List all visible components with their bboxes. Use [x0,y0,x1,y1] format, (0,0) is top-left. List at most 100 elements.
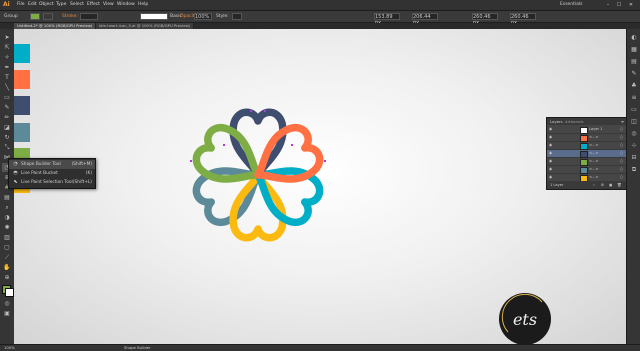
paint-selection-icon: ⬉ [13,179,18,185]
target-icon[interactable]: ○ [620,142,623,149]
artboard-tool-icon[interactable]: ▢ [2,243,12,252]
ets-logo: ets [499,293,551,344]
target-icon[interactable]: ○ [620,126,623,133]
type-tool-icon[interactable]: T [2,73,12,82]
y-field[interactable]: 206.44 px [412,13,438,26]
layers-panel-icon[interactable]: ◫ [629,117,639,127]
tab-artboards[interactable]: Artboards [565,118,584,125]
stroke-color-icon[interactable] [5,288,14,297]
stroke-swatch[interactable] [43,13,53,20]
visibility-eye-icon[interactable]: ◉ [549,142,552,149]
new-sublayer-icon[interactable]: ⊞ [601,181,604,189]
target-icon[interactable]: ○ [620,174,623,181]
current-tool-status[interactable]: Shape Builder [124,345,151,351]
direct-selection-tool-icon[interactable]: ⇱ [2,43,12,52]
magic-wand-tool-icon[interactable]: ✧ [2,53,12,62]
new-layer-icon[interactable]: ▣ [609,181,612,189]
hand-tool-icon[interactable]: ✋ [2,263,12,272]
symbol-sprayer-tool-icon[interactable]: ✺ [2,223,12,232]
pencil-tool-icon[interactable]: ✏ [2,113,12,122]
blend-tool-icon[interactable]: ◑ [2,213,12,222]
brushes-panel-icon[interactable]: ✎ [629,69,639,79]
flyout-item-shortcut: (Shift+L) [72,180,92,185]
visibility-eye-icon[interactable]: ◉ [549,158,552,165]
height-field[interactable]: 260.46 px [510,13,536,26]
flyout-shape-builder-tool[interactable]: ◔ Shape Builder Tool (Shift+M) [9,160,95,169]
minimize-button[interactable]: – [604,1,612,9]
gradient-panel-icon[interactable]: ▭ [629,105,639,115]
menu-help[interactable]: Help [138,1,148,9]
menu-object[interactable]: Object [39,1,54,9]
align-panel-icon[interactable]: ⊟ [629,153,639,163]
fill-swatch[interactable] [30,13,40,20]
scale-tool-icon[interactable]: ⤡ [2,143,12,152]
color-guide-icon[interactable]: ▦ [629,45,639,55]
pen-tool-icon[interactable]: ✒ [2,63,12,72]
artboard-canvas[interactable]: ets [14,29,626,344]
delete-layer-icon[interactable]: 🗑 [617,181,622,189]
tab-layers[interactable]: Layers [550,118,563,125]
stroke-panel-icon[interactable]: ≡ [629,93,639,103]
stroke-label[interactable]: Stroke: [62,13,78,20]
paintbrush-tool-icon[interactable]: ✎ [2,103,12,112]
workspace-switcher[interactable]: Essentials [560,1,583,9]
transform-panel-icon[interactable]: ⊹ [629,141,639,151]
graphic-style-picker[interactable] [232,13,242,20]
ets-logo-text: ets [513,310,537,329]
layer-thumbnail [580,143,588,150]
menu-select[interactable]: Select [70,1,84,9]
visibility-eye-icon[interactable]: ◉ [549,174,552,181]
visibility-eye-icon[interactable]: ◉ [549,150,552,157]
rotate-tool-icon[interactable]: ↻ [2,133,12,142]
flyout-live-paint-bucket[interactable]: ◓ Live Paint Bucket (K) [9,169,95,178]
graph-tool-icon[interactable]: ▥ [2,233,12,242]
stroke-weight-field[interactable] [80,13,98,20]
swatches-panel-icon[interactable]: ▤ [629,57,639,67]
heart-green[interactable] [191,122,270,197]
close-button[interactable]: ✕ [627,1,635,9]
zoom-level[interactable]: 100% [4,345,15,351]
slice-tool-icon[interactable]: ⟋ [2,253,12,262]
heart-coral[interactable] [246,122,325,197]
opacity-field[interactable]: 100% [194,13,212,20]
flyout-item-label: Live Paint Bucket [21,171,58,176]
flyout-item-shortcut: (K) [85,171,92,176]
rectangle-tool-icon[interactable]: ▭ [2,93,12,102]
target-icon[interactable]: ○ [620,158,623,165]
locate-object-icon[interactable]: ⌕ [593,181,595,189]
pathfinder-panel-icon[interactable]: ⧉ [629,165,639,175]
color-panel-icon[interactable]: ◐ [629,33,639,43]
gradient-tool-icon[interactable]: ▤ [2,193,12,202]
symbols-panel-icon[interactable]: ♣ [629,81,639,91]
appearance-panel-icon[interactable]: ◎ [629,129,639,139]
menu-window[interactable]: Window [117,1,135,9]
panel-menu-icon[interactable]: ≡ [621,118,624,125]
heart-teal[interactable] [246,153,325,228]
menu-edit[interactable]: Edit [28,1,37,9]
menu-file[interactable]: File [17,1,25,9]
zoom-tool-icon[interactable]: ⊕ [2,273,12,282]
draw-mode-icon[interactable]: ◎ [2,299,12,308]
width-field[interactable]: 260.46 px [472,13,498,26]
shape-builder-icon: ◔ [13,161,18,167]
layer-name: <...> [589,167,599,171]
flyout-live-paint-selection-tool[interactable]: ⬉ Live Paint Selection Tool (Shift+L) [9,178,95,187]
visibility-eye-icon[interactable]: ◉ [549,134,552,141]
maximize-button[interactable]: ☐ [615,1,623,9]
eyedropper-tool-icon[interactable]: ⌕ [2,203,12,212]
shape-builder-flyout: ◔ Shape Builder Tool (Shift+M) ◓ Live Pa… [8,158,96,189]
menu-effect[interactable]: Effect [87,1,100,9]
screen-mode-icon[interactable]: ▣ [2,309,12,318]
menu-view[interactable]: View [103,1,114,9]
target-icon[interactable]: ○ [620,134,623,141]
selection-tool-icon[interactable]: ➤ [2,33,12,42]
eraser-tool-icon[interactable]: ◪ [2,123,12,132]
target-icon[interactable]: ○ [620,166,623,173]
variable-width-profile[interactable] [140,13,168,20]
visibility-eye-icon[interactable]: ◉ [549,126,552,133]
visibility-eye-icon[interactable]: ◉ [549,166,552,173]
line-tool-icon[interactable]: ╲ [2,83,12,92]
menu-type[interactable]: Type [56,1,66,9]
target-icon[interactable]: ○ [620,150,623,157]
x-field[interactable]: 153.89 px [374,13,400,26]
